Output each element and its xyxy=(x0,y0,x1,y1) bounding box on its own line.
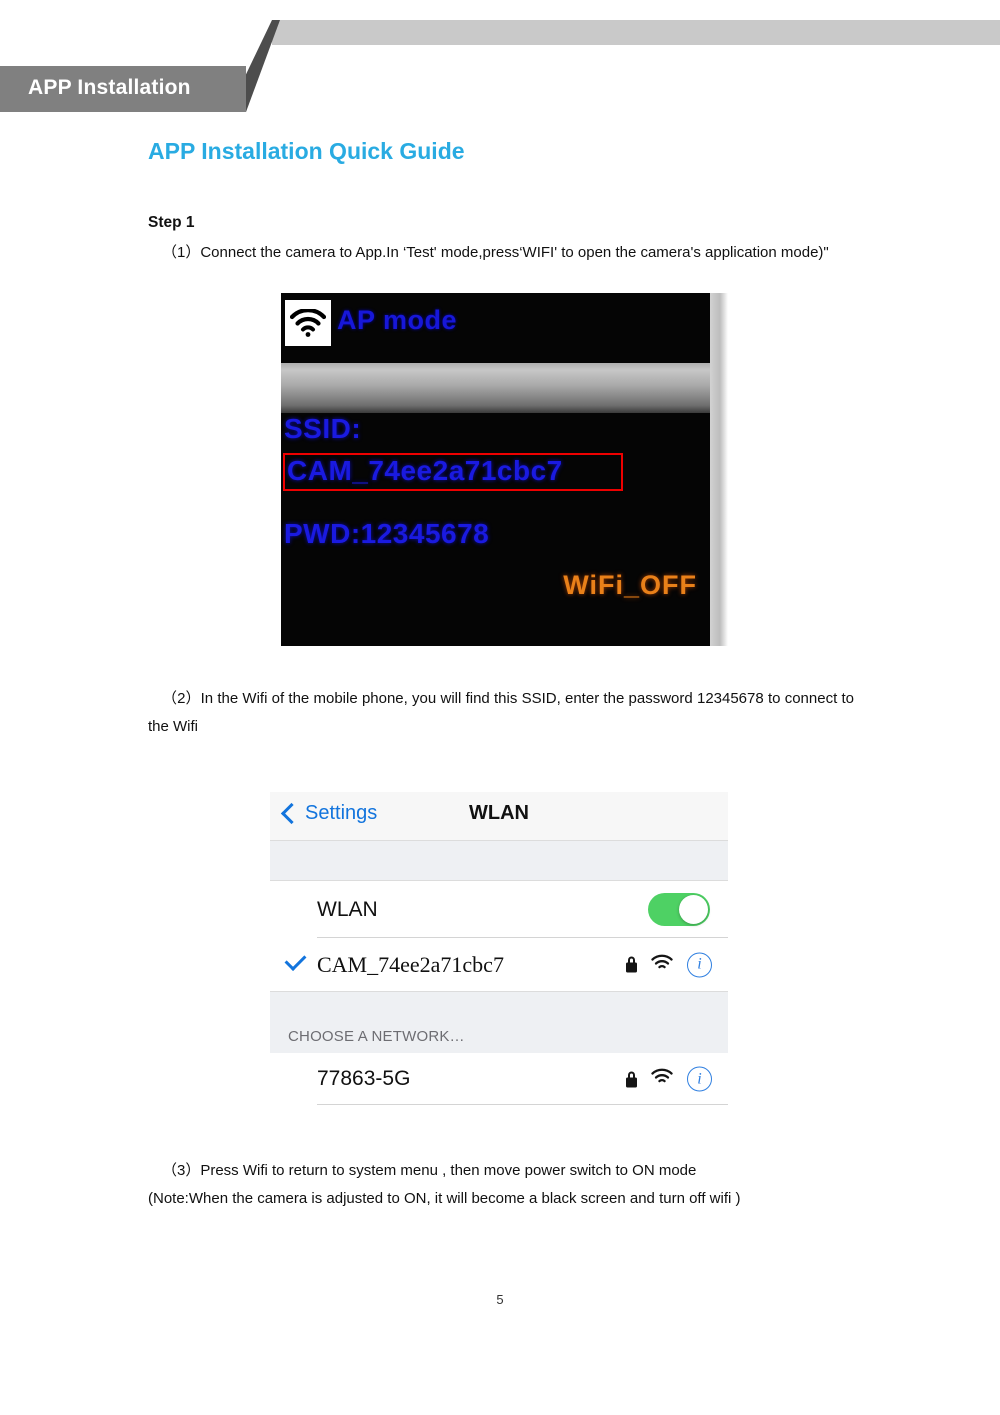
connected-network-name: CAM_74ee2a71cbc7 xyxy=(317,951,504,977)
step-3-paragraph: （3）Press Wifi to return to system menu ,… xyxy=(148,1157,854,1213)
checkmark-icon xyxy=(284,949,307,971)
step-3-line-1: （3）Press Wifi to return to system menu ,… xyxy=(162,1162,697,1179)
network-row-icons: i xyxy=(626,1066,712,1092)
wlan-toggle-knob xyxy=(679,895,708,924)
step-1-paragraph: （1）Connect the camera to App.In ‘Test' m… xyxy=(162,244,829,261)
ios-wlan-settings-figure: Settings WLAN WLAN CAM_74ee2a71cbc7 i CH… xyxy=(270,792,728,1117)
led-screen-body: AP mode SSID: CAM_74ee2a71cbc7 PWD:12345… xyxy=(281,293,710,646)
led-ap-mode-label: AP mode xyxy=(337,305,458,335)
ribbon-tab-label: APP Installation xyxy=(28,76,191,99)
page-number: 5 xyxy=(496,1292,504,1307)
page-title: APP Installation Quick Guide xyxy=(148,138,465,164)
led-wifi-status: WiFi_OFF xyxy=(563,570,697,600)
wifi-signal-icon xyxy=(651,954,673,975)
led-password-line: PWD:12345678 xyxy=(284,518,490,549)
wlan-toggle-switch[interactable] xyxy=(648,893,710,926)
wifi-signal-icon xyxy=(651,1068,673,1090)
choose-network-section-header: CHOOSE A NETWORK… xyxy=(270,991,728,1055)
wlan-toggle-row[interactable]: WLAN xyxy=(270,881,728,938)
led-ssid-value: CAM_74ee2a71cbc7 xyxy=(287,455,563,486)
ios-navigation-bar: Settings WLAN xyxy=(270,792,728,841)
row-separator xyxy=(317,1104,728,1105)
led-screen-right-edge xyxy=(710,293,728,646)
wifi-icon xyxy=(285,300,331,346)
step-3-line-2: (Note:When the camera is adjusted to ON,… xyxy=(148,1190,741,1207)
info-icon[interactable]: i xyxy=(687,1066,712,1092)
ios-page-title: WLAN xyxy=(469,802,529,824)
camera-led-screen-figure: AP mode SSID: CAM_74ee2a71cbc7 PWD:12345… xyxy=(281,293,728,646)
step-2-paragraph: （2）In the Wifi of the mobile phone, you … xyxy=(148,690,854,735)
info-icon[interactable]: i xyxy=(687,952,712,977)
network-row[interactable]: 77863-5G i xyxy=(270,1053,728,1105)
choose-network-label: CHOOSE A NETWORK… xyxy=(288,1028,465,1045)
led-ssid-label: SSID: xyxy=(284,413,362,444)
connected-network-row[interactable]: CAM_74ee2a71cbc7 i xyxy=(270,938,728,991)
network-name: 77863-5G xyxy=(317,1067,411,1090)
lock-icon xyxy=(626,1071,637,1087)
step-1-title: Step 1 xyxy=(148,214,195,231)
led-gradient-band xyxy=(281,363,710,413)
lock-icon xyxy=(626,956,637,973)
wlan-toggle-label: WLAN xyxy=(317,897,378,921)
ios-top-spacer xyxy=(270,841,728,881)
connected-network-icons: i xyxy=(626,952,712,977)
page-header-ribbon: APP Installation xyxy=(0,0,1000,130)
ribbon-top-bar xyxy=(272,20,1000,45)
